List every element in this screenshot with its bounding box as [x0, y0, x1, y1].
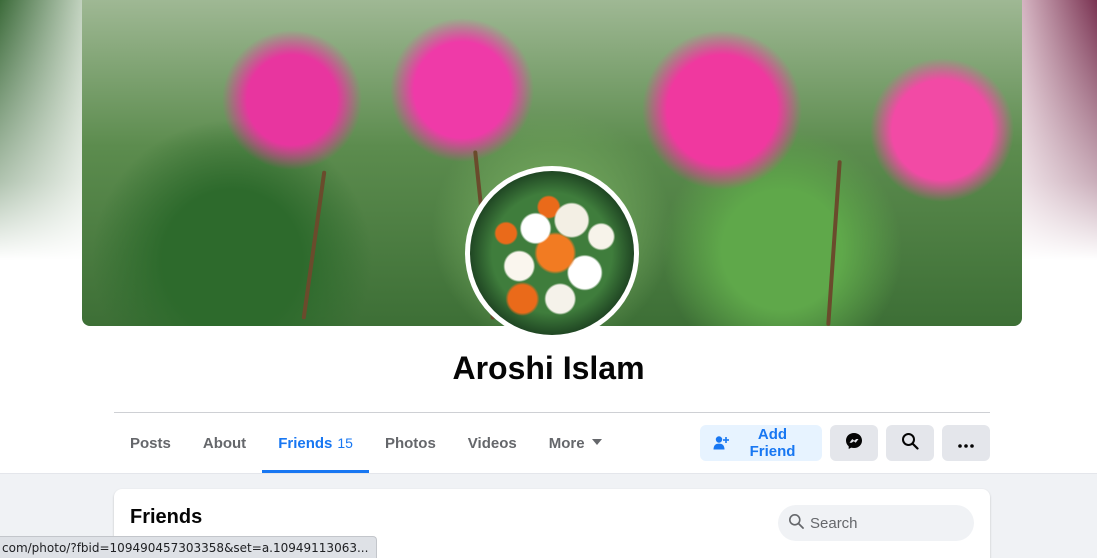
friends-count: 15 [337, 435, 353, 451]
messenger-icon [845, 432, 863, 454]
add-friend-button[interactable]: Add Friend [700, 425, 822, 461]
browser-status-bar: com/photo/?fbid=109490457303358&set=a.10… [0, 536, 378, 558]
message-button[interactable] [830, 425, 878, 461]
tab-about-label: About [202, 434, 247, 452]
tab-friends[interactable]: Friends 15 [262, 413, 369, 473]
tab-videos-label: Videos [467, 434, 517, 452]
friends-search[interactable] [778, 505, 974, 541]
tab-videos[interactable]: Videos [452, 413, 533, 473]
profile-tabs: Posts About Friends 15 Photos Videos Mor… [114, 413, 619, 473]
tab-more-label: More [548, 434, 585, 452]
tab-posts[interactable]: Posts [114, 413, 187, 473]
profile-avatar[interactable] [465, 166, 639, 340]
ellipsis-icon [958, 435, 974, 452]
friends-section-title: Friends [130, 506, 203, 528]
tab-more[interactable]: More [533, 413, 619, 473]
add-person-icon [713, 435, 729, 451]
add-friend-label: Add Friend [749, 426, 796, 460]
search-profile-button[interactable] [886, 425, 934, 461]
friends-search-input[interactable] [810, 514, 960, 532]
profile-actions: Add Friend [700, 425, 990, 461]
search-icon [901, 432, 919, 454]
tab-about[interactable]: About [187, 413, 262, 473]
tab-posts-label: Posts [130, 434, 171, 452]
profile-name: Aroshi Islam [452, 350, 645, 386]
more-options-button[interactable] [942, 425, 990, 461]
tab-photos-label: Photos [384, 434, 436, 452]
tab-photos[interactable]: Photos [369, 413, 452, 473]
search-icon [788, 513, 804, 534]
tab-friends-label: Friends [278, 434, 333, 452]
avatar-image [470, 171, 634, 335]
caret-down-icon [591, 437, 603, 449]
